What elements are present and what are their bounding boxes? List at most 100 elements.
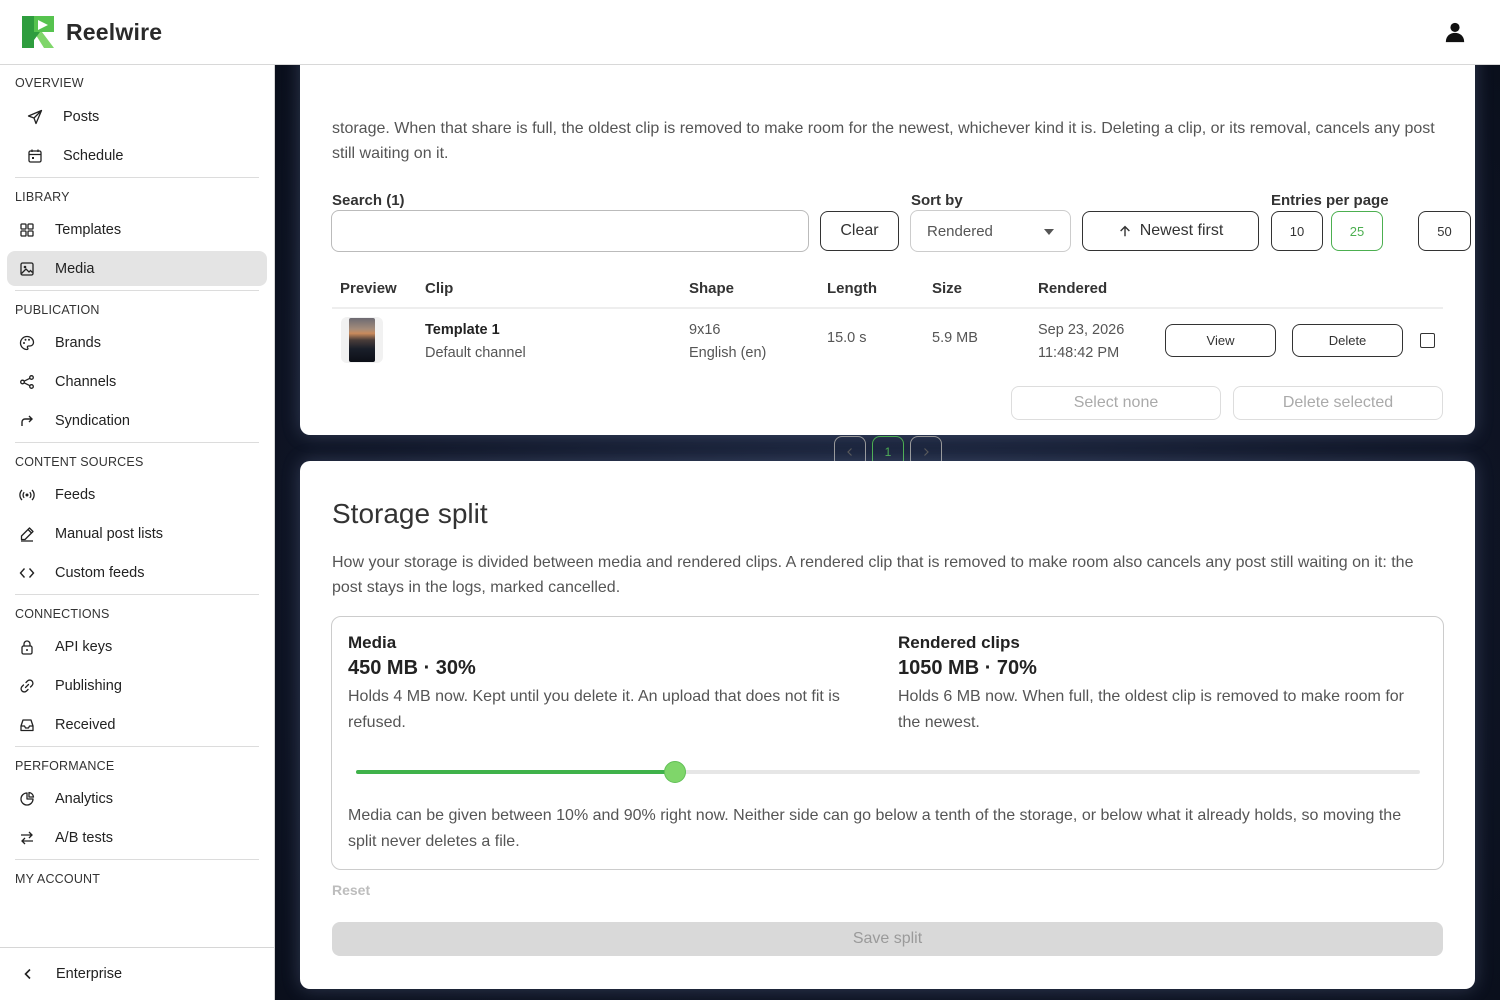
clips-share-name: Rendered clips	[898, 633, 1020, 652]
send-icon	[27, 109, 43, 125]
table-header: Preview Clip Shape Length Size Rendered	[332, 271, 1443, 309]
sidebar-item-label: Brands	[55, 334, 101, 351]
sidebar-item-analytics[interactable]: Analytics	[7, 781, 267, 816]
entries-per-page-25[interactable]: 25	[1331, 211, 1383, 251]
pie-chart-icon	[19, 791, 35, 807]
media-share: Media 450 MB · 30% Holds 4 MB now. Kept …	[348, 633, 878, 736]
storage-split-panel: Media 450 MB · 30% Holds 4 MB now. Kept …	[331, 616, 1444, 870]
clips-table: Preview Clip Shape Length Size Rendered Templ…	[332, 271, 1443, 365]
sidebar-item-channels[interactable]: Channels	[7, 364, 267, 399]
clear-search-button[interactable]: Clear	[820, 211, 899, 251]
nav-section-label: MY ACCOUNT	[15, 872, 101, 886]
sidebar-item-brands[interactable]: Brands	[7, 325, 267, 360]
sidebar-item-custom-feeds[interactable]: Custom feeds	[7, 555, 267, 590]
main-content: storage. When that share is full, the ol…	[275, 65, 1500, 1000]
sort-by-value: Rendered	[927, 222, 993, 240]
sidebar-item-posts[interactable]: Posts	[7, 99, 259, 134]
sidebar-item-publishing[interactable]: Publishing	[7, 668, 267, 703]
clip-rendered-date: Sep 23, 2026	[1038, 322, 1125, 338]
media-share-description: Holds 4 MB now. Kept until you delete it…	[348, 688, 840, 731]
calendar-icon	[27, 148, 43, 164]
slider-handle[interactable]	[664, 761, 686, 783]
sidebar-item-label: Schedule	[63, 147, 124, 164]
column-header-size: Size	[932, 280, 963, 297]
sidebar-item-label: Channels	[55, 373, 117, 390]
chevron-right-icon	[924, 448, 929, 456]
sidebar-item-label: API keys	[55, 638, 113, 655]
clip-length: 15.0 s	[827, 330, 867, 346]
reelwire-logo-icon	[22, 16, 54, 48]
app-logo[interactable]: Reelwire	[22, 16, 162, 48]
enterprise-label: Enterprise	[56, 966, 123, 982]
rendered-clips-card: storage. When that share is full, the ol…	[300, 65, 1475, 468]
clip-preview-thumbnail[interactable]	[341, 317, 383, 363]
user-account-icon[interactable]	[1444, 21, 1466, 43]
clip-name: Template 1	[425, 322, 500, 338]
sort-by-select[interactable]: Rendered	[910, 210, 1071, 252]
sidebar-item-manual-post-lists[interactable]: Manual post lists	[7, 516, 267, 551]
nav-section-my-account: MY ACCOUNT	[15, 859, 259, 894]
sidebar-item-label: Media	[55, 260, 95, 277]
storage-split-slider[interactable]	[356, 761, 1420, 783]
storage-split-title: Storage split	[332, 498, 488, 529]
image-icon	[19, 261, 35, 277]
nav-section-label: LIBRARY	[15, 190, 70, 204]
grid-icon	[19, 222, 35, 238]
sidebar-item-media[interactable]: Media	[7, 251, 267, 286]
entries-per-page-50[interactable]: 50	[1418, 211, 1471, 251]
delete-clip-button[interactable]: Delete	[1292, 324, 1403, 357]
code-icon	[19, 565, 35, 581]
sidebar-item-label: Feeds	[55, 486, 96, 503]
select-clip-checkbox[interactable]	[1420, 333, 1435, 348]
entries-per-page-label: Entries per page	[1271, 192, 1389, 209]
sidebar: OVERVIEW Posts Schedule LIBRARY Templates Med…	[0, 65, 275, 1000]
sidebar-item-label: Custom feeds	[55, 564, 145, 581]
swap-icon	[19, 830, 35, 846]
sidebar-collapse-enterprise[interactable]: Enterprise	[0, 947, 274, 1000]
view-clip-button[interactable]: View	[1165, 324, 1276, 357]
sort-order-label: Newest first	[1139, 222, 1224, 239]
delete-selected-button[interactable]: Delete selected	[1233, 386, 1443, 420]
search-input[interactable]	[331, 210, 809, 252]
sidebar-item-syndication[interactable]: Syndication	[7, 403, 267, 438]
inbox-icon	[19, 717, 35, 733]
sidebar-item-a-b-tests[interactable]: A/B tests	[7, 820, 267, 855]
clip-size: 5.9 MB	[932, 330, 978, 346]
sort-by-label: Sort by	[911, 192, 963, 209]
sidebar-item-api-keys[interactable]: API keys	[7, 629, 267, 664]
sidebar-item-feeds[interactable]: Feeds	[7, 477, 267, 512]
sort-order-button[interactable]: Newest first	[1082, 211, 1259, 251]
nav-section-label: CONNECTIONS	[15, 607, 110, 621]
nav-section-connections: CONNECTIONS API keys Publishing Received	[15, 594, 259, 742]
sidebar-item-templates[interactable]: Templates	[7, 212, 267, 247]
storage-split-card: Storage split How your storage is divide…	[300, 461, 1475, 989]
entries-per-page-10[interactable]: 10	[1271, 211, 1323, 251]
link-icon	[19, 678, 35, 694]
clip-language: English (en)	[689, 345, 767, 361]
sidebar-item-label: Manual post lists	[55, 525, 163, 542]
column-header-rendered: Rendered	[1038, 280, 1108, 297]
app-name: Reelwire	[66, 18, 163, 45]
column-header-clip: Clip	[425, 280, 454, 297]
search-label: Search (1)	[332, 192, 405, 209]
clips-share: Rendered clips 1050 MB · 70% Holds 6 MB …	[898, 633, 1428, 736]
nav-section-content-sources: CONTENT SOURCES Feeds Manual post lists Cus…	[15, 442, 259, 590]
reset-split-button[interactable]: Reset	[332, 882, 370, 898]
nav-section-label: PERFORMANCE	[15, 759, 115, 773]
share-icon	[19, 374, 35, 390]
arrow-up-icon	[1119, 225, 1130, 237]
sidebar-item-label: Received	[55, 716, 116, 733]
forward-arrow-icon	[19, 413, 35, 429]
media-share-name: Media	[348, 633, 397, 652]
sidebar-item-received[interactable]: Received	[7, 707, 267, 742]
slider-fill	[356, 770, 675, 774]
clip-rendered-time: 11:48:42 PM	[1038, 345, 1120, 361]
caret-down-icon	[1044, 229, 1054, 235]
sidebar-item-label: Analytics	[55, 790, 114, 807]
top-bar: Reelwire	[0, 0, 1500, 65]
save-split-button[interactable]: Save split	[332, 922, 1443, 956]
select-none-button[interactable]: Select none	[1011, 386, 1221, 420]
lock-icon	[19, 639, 35, 655]
sidebar-item-schedule[interactable]: Schedule	[7, 138, 259, 173]
sidebar-item-label: Syndication	[55, 412, 130, 429]
